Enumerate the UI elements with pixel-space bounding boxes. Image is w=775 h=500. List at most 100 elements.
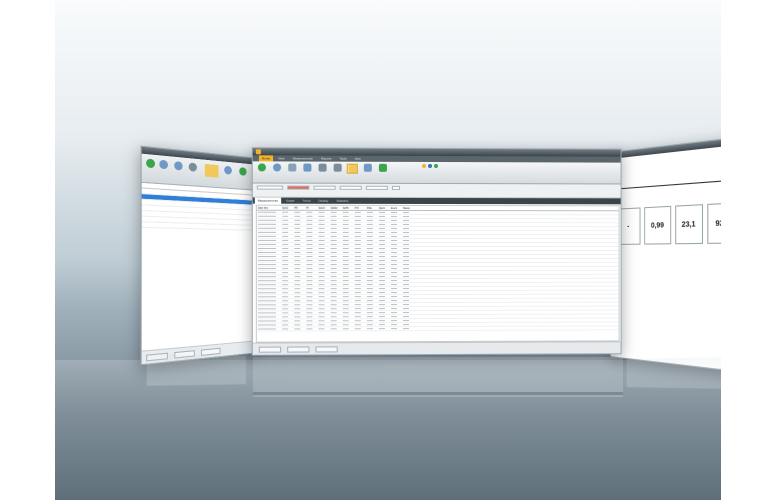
ribbon-tab[interactable]: Help (352, 156, 364, 162)
cell-text-placeholder (343, 227, 349, 228)
table-cell (354, 252, 366, 254)
view-tab[interactable]: Graph (283, 198, 297, 204)
view-tab[interactable]: Display (315, 198, 331, 204)
column-header[interactable]: PVI (354, 206, 366, 209)
filter-field[interactable] (313, 186, 335, 190)
table-cell (390, 227, 402, 229)
device-button[interactable] (317, 164, 328, 172)
settings-button[interactable] (362, 164, 373, 172)
footer-button[interactable] (287, 346, 309, 352)
table-cell (366, 239, 378, 241)
start-button[interactable] (256, 163, 267, 171)
column-header[interactable]: Event (390, 206, 402, 209)
view-tab[interactable]: Statistics (333, 198, 351, 204)
cell-text-placeholder (331, 292, 337, 293)
cell-text-placeholder (379, 243, 385, 244)
table-cell (342, 264, 354, 266)
column-header[interactable]: SpO2 (281, 206, 293, 209)
cell-text-placeholder (367, 292, 373, 293)
column-header[interactable]: Status (402, 206, 414, 209)
table-cell (390, 215, 402, 217)
ribbon-tab[interactable]: Home (259, 155, 273, 161)
download-button[interactable] (301, 164, 312, 172)
select-field[interactable] (340, 186, 362, 190)
table-cell (293, 215, 305, 217)
footer-button[interactable] (259, 346, 281, 352)
refresh-button[interactable] (271, 163, 282, 171)
settings-icon[interactable] (224, 166, 232, 175)
table-cell (378, 308, 390, 310)
table-cell (293, 328, 305, 330)
footer-button[interactable] (315, 346, 337, 352)
column-header[interactable]: Alarm (378, 206, 390, 209)
cell-text-placeholder (306, 268, 312, 269)
import-button[interactable] (286, 163, 297, 171)
cell-text-placeholder (355, 215, 361, 216)
cell-text-placeholder (282, 312, 288, 313)
cell-text-placeholder (379, 308, 385, 309)
cell-text-placeholder (367, 256, 373, 257)
table-cell (354, 284, 366, 286)
table-cell (257, 235, 281, 237)
import-icon[interactable] (174, 161, 182, 170)
cell-text-placeholder (379, 235, 385, 236)
table-cell (366, 300, 378, 302)
cell-text-placeholder (379, 320, 385, 321)
checkbox[interactable] (392, 186, 400, 190)
table-cell (257, 308, 281, 310)
table-cell (378, 296, 390, 298)
table-cell (318, 280, 330, 282)
refresh-icon[interactable] (159, 160, 168, 170)
column-header[interactable]: SpCO (318, 206, 330, 209)
ribbon-tab[interactable]: Measurements (290, 155, 316, 161)
table-cell (305, 280, 317, 282)
view-tab[interactable]: Measurements (255, 198, 281, 204)
column-header[interactable]: Date time (257, 206, 281, 209)
column-header[interactable]: SpHb (342, 206, 354, 209)
export-icon[interactable] (189, 162, 197, 171)
open-folder-button[interactable] (347, 164, 358, 174)
table-cell (390, 243, 402, 245)
cell-text-placeholder (319, 308, 325, 309)
cell-text-placeholder (367, 300, 373, 301)
sync-button[interactable] (377, 164, 388, 172)
cell-text-placeholder (391, 304, 397, 305)
sync-icon (378, 164, 386, 172)
filter-field[interactable] (257, 186, 283, 190)
cell-text-placeholder (367, 288, 373, 289)
cell-text-placeholder (355, 260, 361, 261)
table-cell (354, 211, 366, 213)
column-header[interactable]: PR (293, 206, 305, 209)
view-tab[interactable]: Trend (300, 198, 314, 204)
table-cell (390, 292, 402, 294)
table-cell (342, 247, 354, 249)
table-cell (342, 324, 354, 326)
sync-icon[interactable] (239, 167, 246, 176)
table-cell (402, 296, 414, 298)
table-cell (257, 268, 281, 270)
column-header[interactable]: PI (305, 206, 317, 209)
column-header[interactable]: SpMet (330, 206, 342, 209)
select-field[interactable] (366, 186, 388, 190)
table-cell (293, 288, 305, 290)
table-cell (330, 247, 342, 249)
ribbon-tab[interactable]: Reports (318, 156, 335, 162)
folder-icon[interactable] (205, 164, 219, 178)
cell-text-placeholder (319, 320, 325, 321)
column-header[interactable]: RRa (366, 206, 378, 209)
table-row[interactable] (257, 326, 619, 331)
table-cell (342, 308, 354, 310)
ribbon-tab[interactable]: Tools (336, 156, 349, 162)
cell-text-placeholder (355, 296, 361, 297)
cell-text-placeholder (379, 324, 385, 325)
cell-text-placeholder (355, 219, 361, 220)
play-icon[interactable] (146, 159, 155, 169)
table-cell (257, 215, 281, 217)
table-cell (293, 296, 305, 298)
table-cell (366, 243, 378, 245)
export-button[interactable] (332, 164, 343, 172)
table-cell (281, 256, 293, 258)
cell-text-placeholder (306, 264, 312, 265)
ribbon-tab[interactable]: View (275, 155, 288, 161)
table-cell (366, 308, 378, 310)
